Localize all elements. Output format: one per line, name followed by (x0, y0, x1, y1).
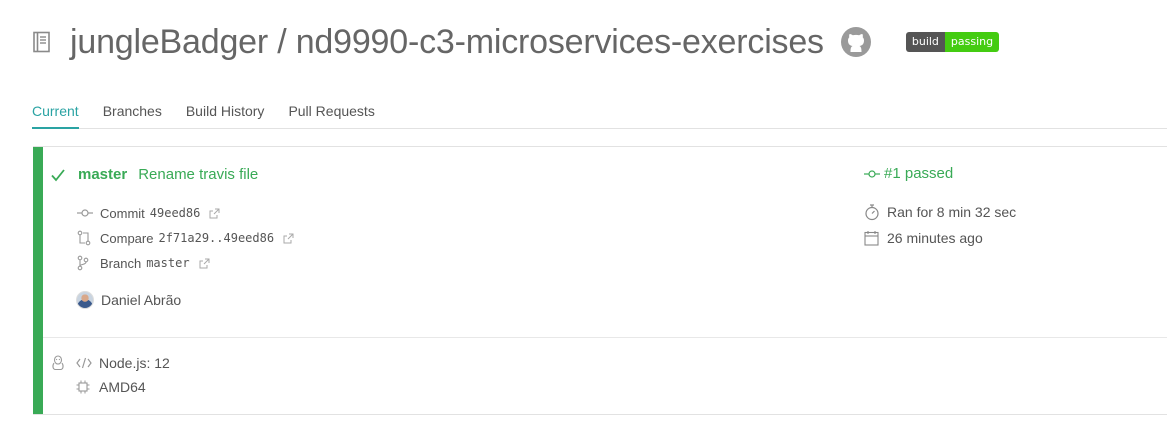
external-link-icon[interactable] (209, 208, 220, 219)
repo-title[interactable]: jungleBadger / nd9990-c3-microservices-e… (70, 23, 824, 62)
build-status-badge[interactable]: build passing (905, 32, 1000, 52)
finished-row: 26 minutes ago (864, 230, 983, 246)
tab-current[interactable]: Current (32, 100, 79, 129)
external-link-icon[interactable] (199, 258, 210, 269)
commit-row: Commit 49eed86 (77, 205, 220, 221)
badge-label: build (905, 32, 945, 52)
check-icon (50, 167, 66, 183)
cpu-icon (76, 379, 92, 395)
duration: Ran for 8 min 32 sec (887, 204, 1017, 220)
compare-label: Compare (100, 230, 154, 246)
code-icon (76, 355, 92, 371)
duration-row: Ran for 8 min 32 sec (864, 204, 1017, 221)
commit-hash[interactable]: 49eed86 (150, 206, 201, 220)
branch-icon (77, 255, 93, 271)
language-row: Node.js: 12 (51, 355, 170, 371)
branch-code[interactable]: master (146, 256, 189, 270)
github-icon[interactable] (840, 26, 872, 58)
cpu-arch: AMD64 (99, 379, 146, 395)
build-status: #1 passed (864, 165, 953, 182)
commit-icon (864, 166, 880, 182)
tab-branches[interactable]: Branches (103, 100, 162, 128)
author-row: Daniel Abrão (76, 291, 181, 309)
author-name: Daniel Abrão (101, 292, 182, 308)
build-summary: master Rename travis file (50, 166, 258, 183)
branch-name[interactable]: master (78, 166, 127, 183)
compare-range[interactable]: 2f71a29..49eed86 (158, 231, 274, 245)
tab-bar: Current Branches Build History Pull Requ… (32, 100, 1167, 129)
repo-header: jungleBadger / nd9990-c3-microservices-e… (32, 20, 1000, 64)
build-card: master Rename travis file Commit 49eed86 (33, 146, 1167, 415)
arch-row: AMD64 (76, 379, 146, 395)
linux-icon (51, 355, 67, 371)
compare-icon (77, 230, 93, 246)
build-number-status[interactable]: #1 passed (884, 165, 953, 182)
tab-build-history[interactable]: Build History (186, 100, 265, 128)
external-link-icon[interactable] (283, 233, 294, 244)
divider (43, 337, 1167, 338)
status-stripe (33, 147, 43, 414)
language-version: Node.js: 12 (99, 355, 170, 371)
commit-message: Rename travis file (138, 166, 259, 183)
avatar (76, 291, 94, 309)
tab-pull-requests[interactable]: Pull Requests (288, 100, 374, 128)
finished-time: 26 minutes ago (887, 230, 983, 246)
stopwatch-icon (864, 204, 880, 221)
branch-label: Branch (100, 255, 142, 271)
repo-icon (32, 31, 54, 53)
commit-icon (77, 205, 93, 221)
commit-label: Commit (100, 205, 145, 221)
calendar-icon (864, 230, 880, 246)
travis-build-page: jungleBadger / nd9990-c3-microservices-e… (0, 0, 1167, 428)
branch-row: Branch master (77, 255, 210, 271)
badge-status: passing (944, 32, 1000, 52)
compare-row: Compare 2f71a29..49eed86 (77, 230, 294, 246)
